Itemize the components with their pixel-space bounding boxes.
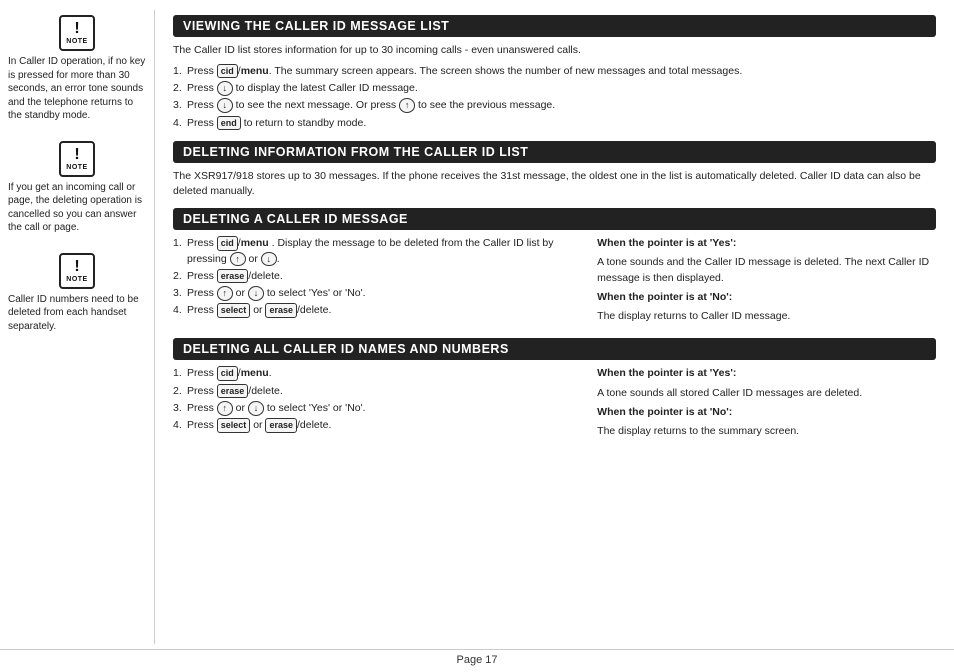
del-msg-step-2: 2. Press erase/delete. bbox=[173, 269, 587, 284]
deleting-info-header: DELETING INFORMATION FROM THE CALLER ID … bbox=[173, 141, 936, 163]
note-text-2: If you get an incoming call or page, the… bbox=[8, 181, 146, 235]
del-all-step-3: 3. Press ↑ or ↓ to select 'Yes' or 'No'. bbox=[173, 401, 587, 416]
viewing-step-1: 1. Press cid/menu. The summary screen ap… bbox=[173, 64, 936, 79]
del-msg-when-yes-label: When the pointer is at 'Yes': bbox=[597, 236, 936, 251]
up-btn-dm1: ↑ bbox=[230, 252, 246, 267]
page-number: Page 17 bbox=[457, 654, 498, 666]
del-all-step-4: 4. Press select or erase/delete. bbox=[173, 418, 587, 433]
del-msg-when-no-label: When the pointer is at 'No': bbox=[597, 290, 936, 305]
erase-btn-dm4: erase bbox=[265, 303, 297, 318]
down-btn-da3: ↓ bbox=[248, 401, 264, 416]
del-msg-step-1: 1. Press cid/menu . Display the message … bbox=[173, 236, 587, 267]
del-all-when-no-label: When the pointer is at 'No': bbox=[597, 405, 936, 420]
deleting-info-text: The XSR917/918 stores up to 30 messages.… bbox=[173, 169, 936, 198]
del-msg-when-no-text: The display returns to Caller ID message… bbox=[597, 309, 936, 324]
down-btn-dm1: ↓ bbox=[261, 252, 277, 267]
deleting-message-section: DELETING A CALLER ID MESSAGE 1. Press ci… bbox=[173, 208, 936, 328]
deleting-message-steps: 1. Press cid/menu . Display the message … bbox=[173, 236, 587, 318]
note-icon-1: ! NOTE bbox=[59, 15, 95, 51]
note-text-1: In Caller ID operation, if no key is pre… bbox=[8, 55, 146, 123]
deleting-all-section: DELETING ALL CALLER ID NAMES AND NUMBERS… bbox=[173, 338, 936, 443]
viewing-step-2: 2. Press ↓ to display the latest Caller … bbox=[173, 81, 936, 96]
note-block-3: ! NOTE Caller ID numbers need to be dele… bbox=[8, 253, 146, 334]
cid-btn-da1: cid bbox=[217, 366, 238, 381]
note-text-3: Caller ID numbers need to be deleted fro… bbox=[8, 293, 146, 334]
deleting-all-header: DELETING ALL CALLER ID NAMES AND NUMBERS bbox=[173, 338, 936, 360]
viewing-section: VIEWING THE CALLER ID MESSAGE LIST The C… bbox=[173, 15, 936, 131]
exclamation-icon-1: ! bbox=[74, 21, 79, 37]
deleting-message-right: When the pointer is at 'Yes': A tone sou… bbox=[597, 236, 936, 328]
cid-button-v1: cid bbox=[217, 64, 238, 79]
down-button-v2: ↓ bbox=[217, 81, 233, 96]
del-all-when-yes-text: A tone sounds all stored Caller ID messa… bbox=[597, 386, 936, 401]
note-label-3: NOTE bbox=[66, 276, 87, 283]
erase-btn-dm2: erase bbox=[217, 269, 249, 284]
up-btn-da3: ↑ bbox=[217, 401, 233, 416]
del-msg-step-3: 3. Press ↑ or ↓ to select 'Yes' or 'No'. bbox=[173, 286, 587, 301]
del-all-step-2: 2. Press erase/delete. bbox=[173, 384, 587, 399]
del-msg-step-4: 4. Press select or erase/delete. bbox=[173, 303, 587, 318]
main-content: VIEWING THE CALLER ID MESSAGE LIST The C… bbox=[155, 10, 954, 644]
page-footer: Page 17 bbox=[0, 649, 954, 672]
note-icon-2: ! NOTE bbox=[59, 141, 95, 177]
erase-btn-da2: erase bbox=[217, 384, 249, 399]
erase-btn-da4: erase bbox=[265, 418, 297, 433]
cid-button-dm1: cid bbox=[217, 236, 238, 251]
viewing-header: VIEWING THE CALLER ID MESSAGE LIST bbox=[173, 15, 936, 37]
deleting-info-section: DELETING INFORMATION FROM THE CALLER ID … bbox=[173, 141, 936, 198]
up-button-v3: ↑ bbox=[399, 98, 415, 113]
viewing-steps: 1. Press cid/menu. The summary screen ap… bbox=[173, 64, 936, 131]
deleting-message-steps-col: 1. Press cid/menu . Display the message … bbox=[173, 236, 587, 328]
deleting-all-cols: 1. Press cid/menu. 2. Press erase/delete… bbox=[173, 366, 936, 443]
viewing-intro: The Caller ID list stores information fo… bbox=[173, 43, 936, 58]
end-button-v4: end bbox=[217, 116, 241, 131]
down-btn-dm3: ↓ bbox=[248, 286, 264, 301]
note-block-2: ! NOTE If you get an incoming call or pa… bbox=[8, 141, 146, 235]
del-all-when-yes-label: When the pointer is at 'Yes': bbox=[597, 366, 936, 381]
select-btn-da4: select bbox=[217, 418, 251, 433]
deleting-all-steps-col: 1. Press cid/menu. 2. Press erase/delete… bbox=[173, 366, 587, 443]
note-icon-3: ! NOTE bbox=[59, 253, 95, 289]
note-label-2: NOTE bbox=[66, 164, 87, 171]
sidebar: ! NOTE In Caller ID operation, if no key… bbox=[0, 10, 155, 644]
deleting-all-steps: 1. Press cid/menu. 2. Press erase/delete… bbox=[173, 366, 587, 433]
exclamation-icon-2: ! bbox=[74, 147, 79, 163]
select-btn-dm4: select bbox=[217, 303, 251, 318]
viewing-step-3: 3. Press ↓ to see the next message. Or p… bbox=[173, 98, 936, 113]
note-label-1: NOTE bbox=[66, 38, 87, 45]
up-btn-dm3: ↑ bbox=[217, 286, 233, 301]
del-all-when-no-text: The display returns to the summary scree… bbox=[597, 424, 936, 439]
del-all-step-1: 1. Press cid/menu. bbox=[173, 366, 587, 381]
deleting-message-header: DELETING A CALLER ID MESSAGE bbox=[173, 208, 936, 230]
viewing-step-4: 4. Press end to return to standby mode. bbox=[173, 116, 936, 131]
deleting-message-cols: 1. Press cid/menu . Display the message … bbox=[173, 236, 936, 328]
note-block-1: ! NOTE In Caller ID operation, if no key… bbox=[8, 15, 146, 123]
del-msg-when-yes-text: A tone sounds and the Caller ID message … bbox=[597, 255, 936, 285]
down-button-v3: ↓ bbox=[217, 98, 233, 113]
deleting-all-right: When the pointer is at 'Yes': A tone sou… bbox=[597, 366, 936, 443]
exclamation-icon-3: ! bbox=[74, 259, 79, 275]
